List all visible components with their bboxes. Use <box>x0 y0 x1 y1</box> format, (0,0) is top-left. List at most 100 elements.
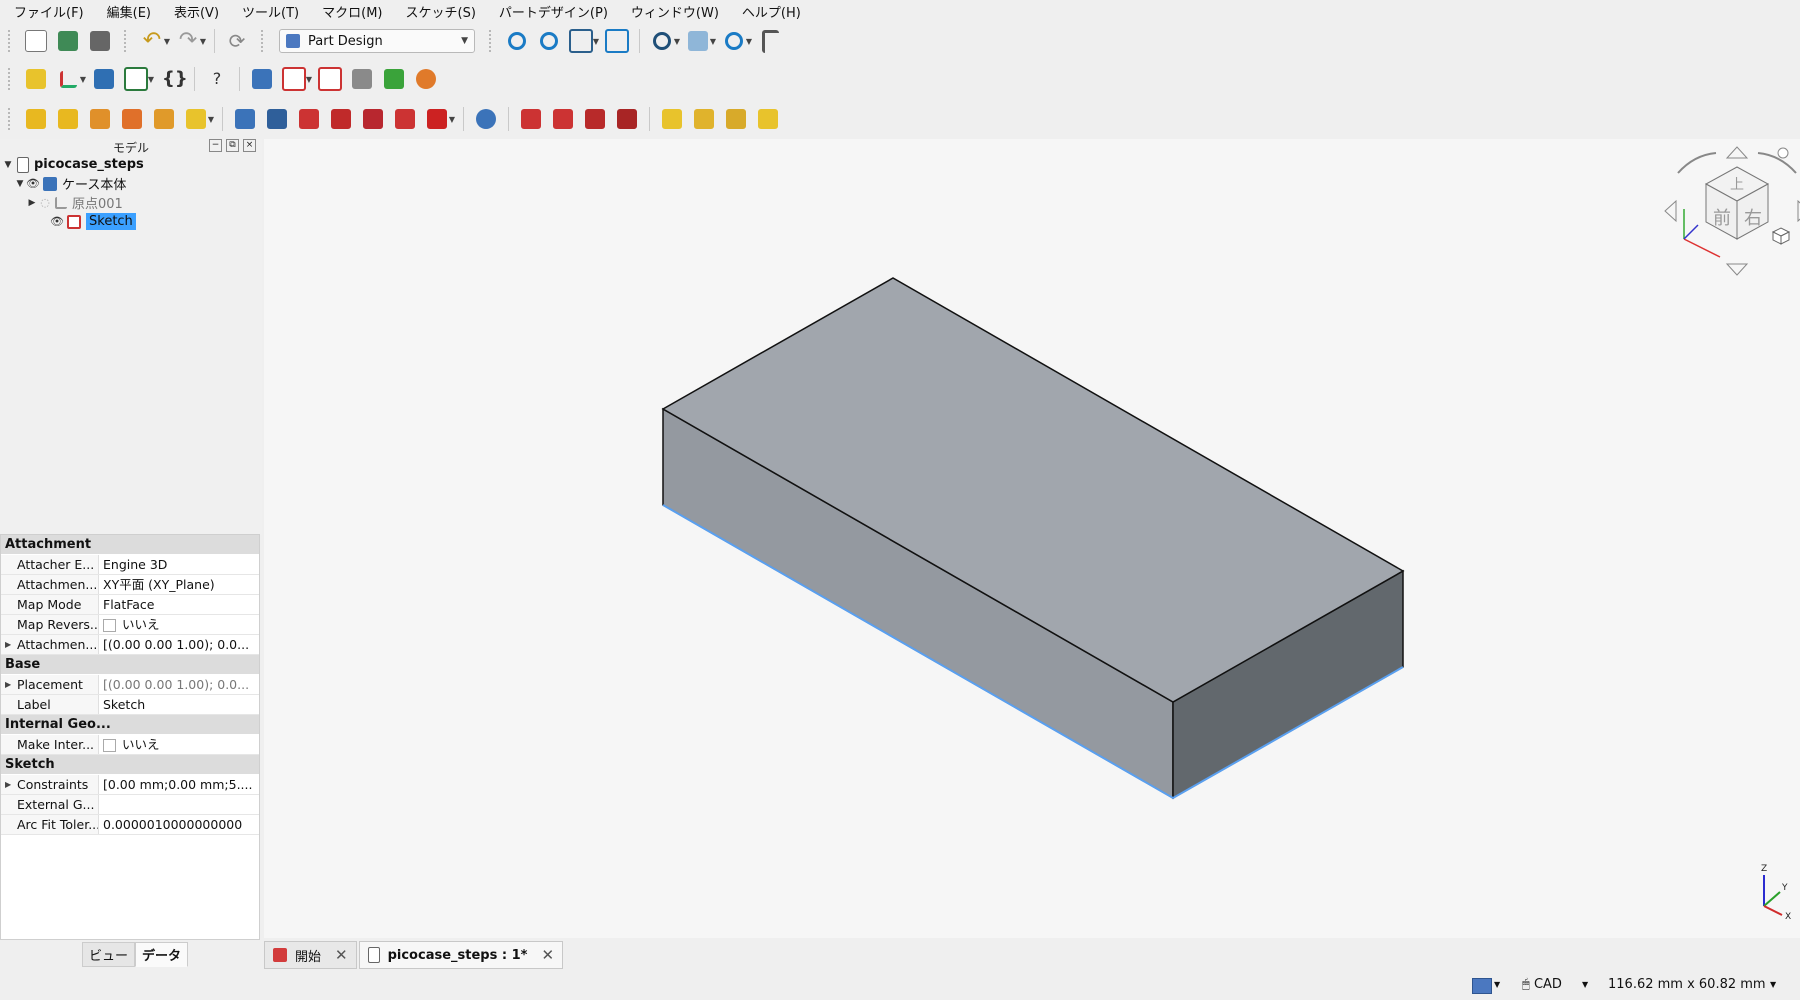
refresh-button[interactable]: ⟳ <box>221 26 253 56</box>
fit-selection-button[interactable] <box>533 26 565 56</box>
property-group-header[interactable]: Base <box>1 655 259 675</box>
variable-set-button[interactable]: {} <box>156 64 188 94</box>
navigation-style-label[interactable]: 🖱 CAD <box>1522 977 1562 992</box>
create-link-button[interactable] <box>120 64 152 94</box>
measure-zoom-button[interactable] <box>718 26 750 56</box>
property-row[interactable]: Attachmen... XY平面 (XY_Plane) <box>1 575 259 595</box>
expand-arrow-icon[interactable]: ▶ <box>5 775 11 794</box>
subtractive-primitive-button[interactable] <box>421 104 453 134</box>
property-row[interactable]: ▶ Attachmen... [(0.00 0.00 1.00); 0.0... <box>1 635 259 655</box>
fit-all-button[interactable] <box>501 26 533 56</box>
draw-style-button[interactable] <box>565 26 597 56</box>
tab-view[interactable]: ビュー <box>82 942 136 967</box>
navcube-rotate-right-icon[interactable] <box>1757 152 1797 174</box>
property-value[interactable]: Sketch <box>99 695 259 714</box>
expand-arrow-icon[interactable]: ▼ <box>2 160 14 170</box>
tree-item-sketch[interactable]: 👁 Sketch <box>0 212 262 231</box>
menu-file[interactable]: ファイル(F) <box>0 2 93 21</box>
navcube-arrow-down-icon[interactable] <box>1725 263 1749 276</box>
expand-arrow-icon[interactable]: ▶ <box>5 675 11 694</box>
tab-start[interactable]: 開始 ✕ <box>264 941 357 969</box>
create-group-button[interactable] <box>88 64 120 94</box>
menu-tools[interactable]: ツール(T) <box>228 2 308 21</box>
tab-picocase-steps[interactable]: picocase_steps : 1* ✕ <box>358 941 564 969</box>
redo-button[interactable]: ↷ <box>172 26 204 56</box>
property-row[interactable]: Map Mode FlatFace <box>1 595 259 615</box>
navigation-cube[interactable]: 上 前 右 <box>1664 146 1800 276</box>
toolbar-grip[interactable] <box>261 30 267 52</box>
checkbox[interactable] <box>103 739 116 752</box>
navigation-style-icon[interactable] <box>1472 978 1492 994</box>
menu-window[interactable]: ウィンドウ(W) <box>617 2 728 21</box>
navcube-view-menu-cube-icon[interactable] <box>1771 227 1791 245</box>
property-group-header[interactable]: Attachment <box>1 535 259 555</box>
property-row[interactable]: ▶ Constraints [0.00 mm;0.00 mm;5.... <box>1 775 259 795</box>
workbench-selector[interactable]: Part Design ▼ <box>279 29 475 53</box>
additive-helix-button[interactable] <box>148 104 180 134</box>
toolbar-grip[interactable] <box>124 30 130 52</box>
property-value[interactable]: 0.0000010000000000 <box>99 815 259 834</box>
visibility-eye-icon[interactable]: 👁 <box>50 215 64 228</box>
create-sketch-button[interactable] <box>278 64 310 94</box>
create-datum-button[interactable] <box>52 64 84 94</box>
fillet-button[interactable] <box>515 104 547 134</box>
groove-button[interactable] <box>293 104 325 134</box>
toolbar-grip[interactable] <box>8 108 14 130</box>
menu-macro[interactable]: マクロ(M) <box>308 2 391 21</box>
mirrored-button[interactable] <box>656 104 688 134</box>
isometric-view-button[interactable] <box>682 26 714 56</box>
property-row[interactable]: Arc Fit Toler... 0.0000010000000000 <box>1 815 259 835</box>
subtractive-helix-button[interactable] <box>389 104 421 134</box>
property-row[interactable]: Label Sketch <box>1 695 259 715</box>
property-value[interactable]: Engine 3D <box>99 555 259 574</box>
revolution-button[interactable] <box>52 104 84 134</box>
tree-item-document[interactable]: ▼ picocase_steps <box>0 155 262 174</box>
property-group-header[interactable]: Internal Geo... <box>1 715 259 735</box>
property-value[interactable]: [0.00 mm;0.00 mm;5.... <box>99 775 259 794</box>
tree-item-body[interactable]: ▼ 👁 ケース本体 <box>0 174 262 193</box>
subtractive-pipe-button[interactable] <box>357 104 389 134</box>
thickness-button[interactable] <box>611 104 643 134</box>
visibility-eye-icon[interactable]: 👁 <box>26 177 40 190</box>
save-document-button[interactable] <box>84 26 116 56</box>
collapse-icon[interactable]: − <box>209 139 222 152</box>
property-value[interactable] <box>99 795 259 814</box>
additive-primitive-button[interactable] <box>180 104 212 134</box>
additive-pipe-button[interactable] <box>116 104 148 134</box>
validate-sketch-button[interactable] <box>314 64 346 94</box>
property-value-checkbox[interactable]: いいえ <box>99 615 259 634</box>
menu-sketch[interactable]: スケッチ(S) <box>392 2 485 21</box>
whats-this-button[interactable]: ? <box>201 64 233 94</box>
close-icon[interactable]: ✕ <box>541 946 554 964</box>
property-row[interactable]: Make Inter... いいえ <box>1 735 259 755</box>
toolbar-grip[interactable] <box>489 30 495 52</box>
std-views-button[interactable] <box>646 26 678 56</box>
new-document-button[interactable] <box>20 26 52 56</box>
tab-data[interactable]: データ <box>135 942 189 967</box>
menu-edit[interactable]: 編集(E) <box>93 2 160 21</box>
chevron-down-icon[interactable]: ▼ <box>1582 980 1588 989</box>
expand-arrow-icon[interactable]: ▶ <box>5 635 11 654</box>
multitransform-button[interactable] <box>752 104 784 134</box>
toolbar-grip[interactable] <box>8 30 14 52</box>
property-row[interactable]: Map Revers... いいえ <box>1 615 259 635</box>
subtractive-loft-button[interactable] <box>325 104 357 134</box>
navcube-arrow-up-icon[interactable] <box>1725 146 1749 159</box>
polar-pattern-button[interactable] <box>720 104 752 134</box>
property-value[interactable]: [(0.00 0.00 1.00); 0.0... <box>99 675 259 694</box>
property-value[interactable]: FlatFace <box>99 595 259 614</box>
property-row[interactable]: Attacher E... Engine 3D <box>1 555 259 575</box>
shape-binder-button[interactable] <box>346 64 378 94</box>
linear-pattern-button[interactable] <box>688 104 720 134</box>
property-group-header[interactable]: Sketch <box>1 755 259 775</box>
property-row[interactable]: ▶ Placement [(0.00 0.00 1.00); 0.0... <box>1 675 259 695</box>
pocket-button[interactable] <box>229 104 261 134</box>
close-icon[interactable]: ✕ <box>335 946 348 964</box>
chevron-down-icon[interactable]: ▼ <box>1770 980 1776 989</box>
boolean-button[interactable] <box>470 104 502 134</box>
navcube-rotate-left-icon[interactable] <box>1677 152 1717 174</box>
measure-button[interactable] <box>754 26 786 56</box>
menu-view[interactable]: 表示(V) <box>160 2 228 21</box>
draft-button[interactable] <box>579 104 611 134</box>
property-value[interactable]: [(0.00 0.00 1.00); 0.0... <box>99 635 259 654</box>
